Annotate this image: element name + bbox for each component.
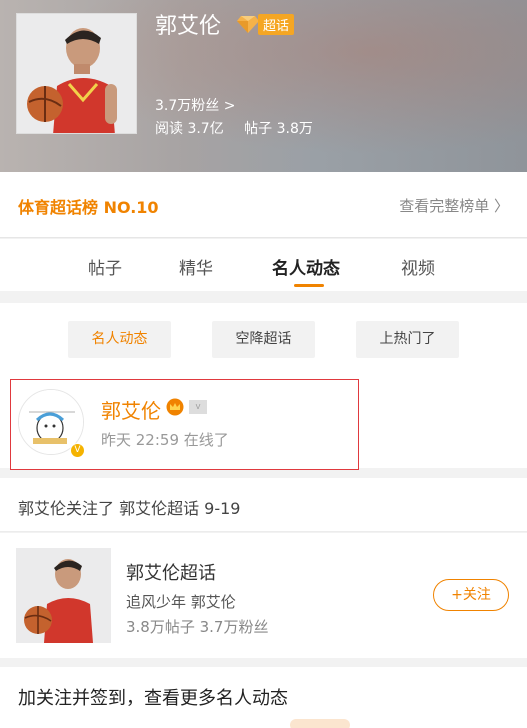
verified-icon: V: [70, 443, 85, 458]
fans-count-link[interactable]: 3.7万粉丝 >: [155, 95, 235, 115]
filter-trending[interactable]: 上热门了: [356, 321, 459, 358]
tab-videos[interactable]: 视频: [401, 254, 435, 279]
online-status: 昨天 22:59 在线了: [101, 431, 229, 449]
read-count: 阅读 3.7亿: [155, 121, 224, 137]
signin-button-edge[interactable]: [290, 719, 350, 728]
topic-card-image[interactable]: [16, 548, 111, 643]
full-ranking-link[interactable]: 查看完整榜单 〉: [399, 195, 509, 216]
tab-celebrity-news[interactable]: 名人动态: [272, 254, 340, 279]
ranking-row[interactable]: 体育超话榜 NO.10 查看完整榜单 〉: [0, 172, 527, 238]
celebrity-section: V 郭艾伦 V 昨天 22:59 在线了: [0, 365, 527, 470]
follow-button[interactable]: +关注: [433, 579, 509, 611]
super-topic-badge: 超话: [236, 13, 295, 35]
super-topic-label: 超话: [258, 13, 295, 35]
ranking-label: 体育超话榜 NO.10: [18, 198, 159, 217]
member-tag-icon: V: [189, 400, 207, 414]
topic-header: 郭艾伦 超话 3.7万粉丝 > 阅读 3.7亿 帖子 3.8万: [0, 0, 527, 172]
filter-airdrop[interactable]: 空降超话: [212, 321, 315, 358]
follow-activity: 郭艾伦关注了 郭艾伦超话 9-19: [0, 478, 527, 532]
filter-bar: 名人动态 空降超话 上热门了: [0, 303, 527, 365]
topic-title: 郭艾伦: [155, 14, 222, 39]
follow-activity-text: 郭艾伦关注了 郭艾伦超话 9-19: [18, 499, 241, 518]
filter-celebrity-news[interactable]: 名人动态: [68, 321, 171, 358]
topic-card[interactable]: 郭艾伦超话 追风少年 郭艾伦 3.8万帖子 3.7万粉丝 +关注: [0, 533, 527, 658]
tab-posts[interactable]: 帖子: [88, 254, 122, 279]
topic-card-subtitle: 追风少年 郭艾伦: [126, 593, 236, 611]
tab-bar: 帖子 精华 名人动态 视频: [0, 239, 527, 291]
topic-card-stats: 3.8万帖子 3.7万粉丝: [126, 618, 269, 636]
tab-featured[interactable]: 精华: [179, 254, 213, 279]
topic-card-title[interactable]: 郭艾伦超话: [126, 559, 216, 585]
active-tab-indicator: [294, 284, 324, 287]
diamond-icon: [237, 16, 259, 33]
crown-icon: [166, 398, 184, 416]
post-count: 帖子 3.8万: [244, 121, 313, 137]
topic-avatar[interactable]: [16, 13, 137, 134]
celebrity-name[interactable]: 郭艾伦: [101, 395, 161, 424]
celebrity-card[interactable]: V 郭艾伦 V 昨天 22:59 在线了: [10, 379, 359, 470]
signin-prompt-text: 加关注并签到，查看更多名人动态: [18, 688, 288, 709]
signin-prompt: 加关注并签到，查看更多名人动态: [0, 667, 527, 728]
topic-stats: 阅读 3.7亿 帖子 3.8万: [155, 118, 329, 138]
